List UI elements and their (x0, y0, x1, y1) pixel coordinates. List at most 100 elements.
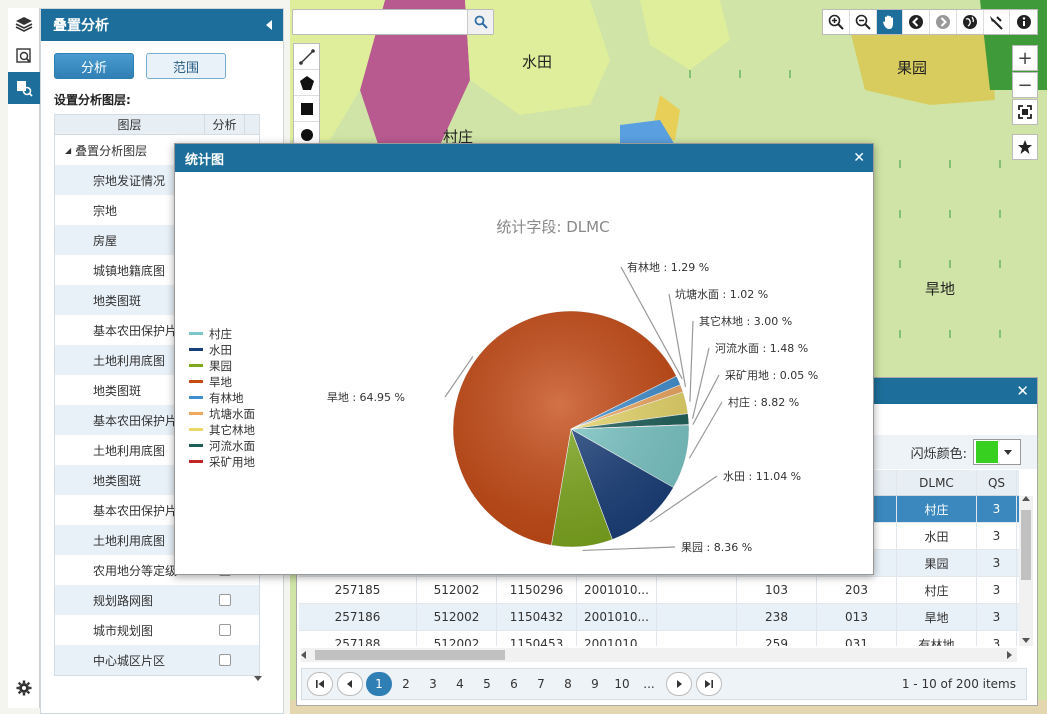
table-cell: 村庄 (897, 496, 977, 522)
rectangle-icon (300, 102, 313, 115)
draw-toolbar (293, 43, 320, 148)
legend-entry[interactable]: 水田 (209, 343, 232, 357)
result-close-button[interactable]: ✕ (1016, 382, 1029, 400)
table-row[interactable]: 257185 512002 1150296 2001010... 103 203 村庄 3 (299, 577, 1019, 604)
page-number-button[interactable]: 6 (501, 672, 527, 696)
table-row[interactable]: 257186 512002 1150432 2001010... 238 013 旱地 3 (299, 604, 1019, 631)
bookmark-button[interactable] (1012, 134, 1038, 160)
left-icon-strip (8, 8, 40, 708)
layer-row[interactable]: 中心城区片区 (55, 645, 259, 675)
legend-entry[interactable]: 果园 (209, 359, 232, 373)
grid-column-header[interactable]: QS (977, 470, 1017, 495)
table-cell: 013 (817, 604, 897, 630)
legend-entry[interactable]: 采矿用地 (209, 455, 255, 469)
draw-line-button[interactable] (294, 44, 319, 70)
legend-entry[interactable]: 河流水面 (209, 439, 255, 453)
table-cell: 259 (737, 631, 817, 646)
flash-color-picker[interactable] (973, 439, 1021, 465)
page-number-button[interactable]: 5 (474, 672, 500, 696)
previous-page-button[interactable] (337, 672, 363, 696)
tab-range[interactable]: 范围 (146, 53, 226, 79)
zoom-in-plus-button[interactable]: + (1012, 45, 1038, 71)
gear-icon (16, 680, 32, 696)
layer-analysis-checkbox[interactable] (219, 594, 231, 606)
draw-rectangle-button[interactable] (294, 96, 319, 122)
page-number-button[interactable]: ... (636, 672, 662, 696)
table-cell: 有林地 (897, 631, 977, 646)
slice-label: 旱地 : 64.95 % (327, 391, 405, 404)
tab-analysis[interactable]: 分析 (54, 53, 134, 79)
statistics-chart-window: 统计图 ✕ 统计字段: DLMC 村庄 : 8.82 % 水田 : 11.04 % 果… (174, 143, 874, 575)
layer-analysis-checkbox[interactable] (219, 624, 231, 636)
next-extent-button[interactable] (930, 10, 957, 34)
draw-polygon-button[interactable] (294, 70, 319, 96)
table-cell: 1150453 (497, 631, 577, 646)
search-button[interactable] (467, 10, 493, 34)
legend-entry[interactable]: 坑塘水面 (209, 407, 255, 421)
layers-button[interactable] (8, 8, 40, 40)
overlay-analysis-icon (17, 81, 33, 97)
layer-row[interactable]: 规划路网图 (55, 585, 259, 615)
pan-button[interactable] (876, 10, 904, 34)
result-vertical-scrollbar[interactable] (1019, 496, 1033, 646)
slice-label: 有林地 : 1.29 % (627, 260, 709, 274)
fullscreen-button[interactable] (1012, 99, 1038, 125)
slice-label: 村庄 : 8.82 % (728, 395, 799, 409)
expand-icon[interactable]: ◢ (65, 146, 71, 155)
zoom-out-button[interactable] (850, 10, 877, 34)
layers-icon (15, 17, 33, 32)
table-cell: 103 (737, 577, 817, 603)
layer-table-header: 图层 分析 (55, 115, 259, 135)
table-cell (657, 577, 737, 603)
chart-window-header[interactable]: 统计图 ✕ (175, 144, 873, 172)
layer-analysis-checkbox[interactable] (219, 654, 231, 666)
table-cell: 257185 (299, 577, 417, 603)
settings-button[interactable] (8, 676, 40, 700)
layer-name: 规划路网图 (93, 593, 154, 608)
slice-leader-line (691, 347, 710, 419)
page-number-button[interactable]: 4 (447, 672, 473, 696)
panel-header: 叠置分析 (41, 9, 283, 41)
page-number-button[interactable]: 9 (582, 672, 608, 696)
legend-entry[interactable]: 有林地 (209, 391, 244, 405)
map-search-box[interactable] (292, 9, 494, 35)
previous-page-icon (347, 680, 352, 688)
page-number-button[interactable]: 2 (393, 672, 419, 696)
back-arrow-icon (909, 15, 924, 29)
info-icon (1016, 15, 1031, 29)
query-button[interactable] (8, 40, 40, 72)
page-number-button[interactable]: 1 (366, 672, 392, 696)
info-button[interactable] (1010, 10, 1037, 34)
legend-entry[interactable]: 村庄 (209, 327, 232, 341)
table-cell: 1150296 (497, 577, 577, 603)
zoom-in-button[interactable] (823, 10, 850, 34)
page-number-button[interactable]: 8 (555, 672, 581, 696)
table-cell: 村庄 (897, 577, 977, 603)
first-page-icon (316, 680, 324, 688)
full-extent-button[interactable] (957, 10, 984, 34)
grid-column-header[interactable]: DLMC (897, 470, 977, 495)
overlay-analysis-button[interactable] (8, 72, 40, 104)
legend-swatch (189, 332, 203, 335)
legend-entry[interactable]: 旱地 (209, 375, 232, 389)
map-toolbar (822, 9, 1038, 35)
table-row[interactable]: 257188 512002 1150453 2001010... 259 031 有林地 3 (299, 631, 1019, 646)
layer-row[interactable]: 城市规划图 (55, 615, 259, 645)
previous-extent-button[interactable] (903, 10, 930, 34)
table-cell: 512002 (417, 631, 497, 646)
legend-entry[interactable]: 其它林地 (209, 423, 255, 437)
result-horizontal-scrollbar[interactable] (301, 648, 1017, 662)
collapse-panel-icon[interactable] (265, 20, 273, 30)
measure-button[interactable] (984, 10, 1011, 34)
zoom-out-minus-button[interactable]: − (1012, 72, 1038, 98)
legend-swatch (189, 396, 203, 399)
first-page-button[interactable] (307, 672, 333, 696)
last-page-button[interactable] (696, 672, 722, 696)
next-page-button[interactable] (666, 672, 692, 696)
flash-color-swatch (976, 441, 998, 463)
page-number-button[interactable]: 3 (420, 672, 446, 696)
page-number-button[interactable]: 7 (528, 672, 554, 696)
chart-close-button[interactable]: ✕ (853, 150, 865, 166)
table-cell: 2001010... (577, 631, 657, 646)
page-number-button[interactable]: 10 (609, 672, 635, 696)
